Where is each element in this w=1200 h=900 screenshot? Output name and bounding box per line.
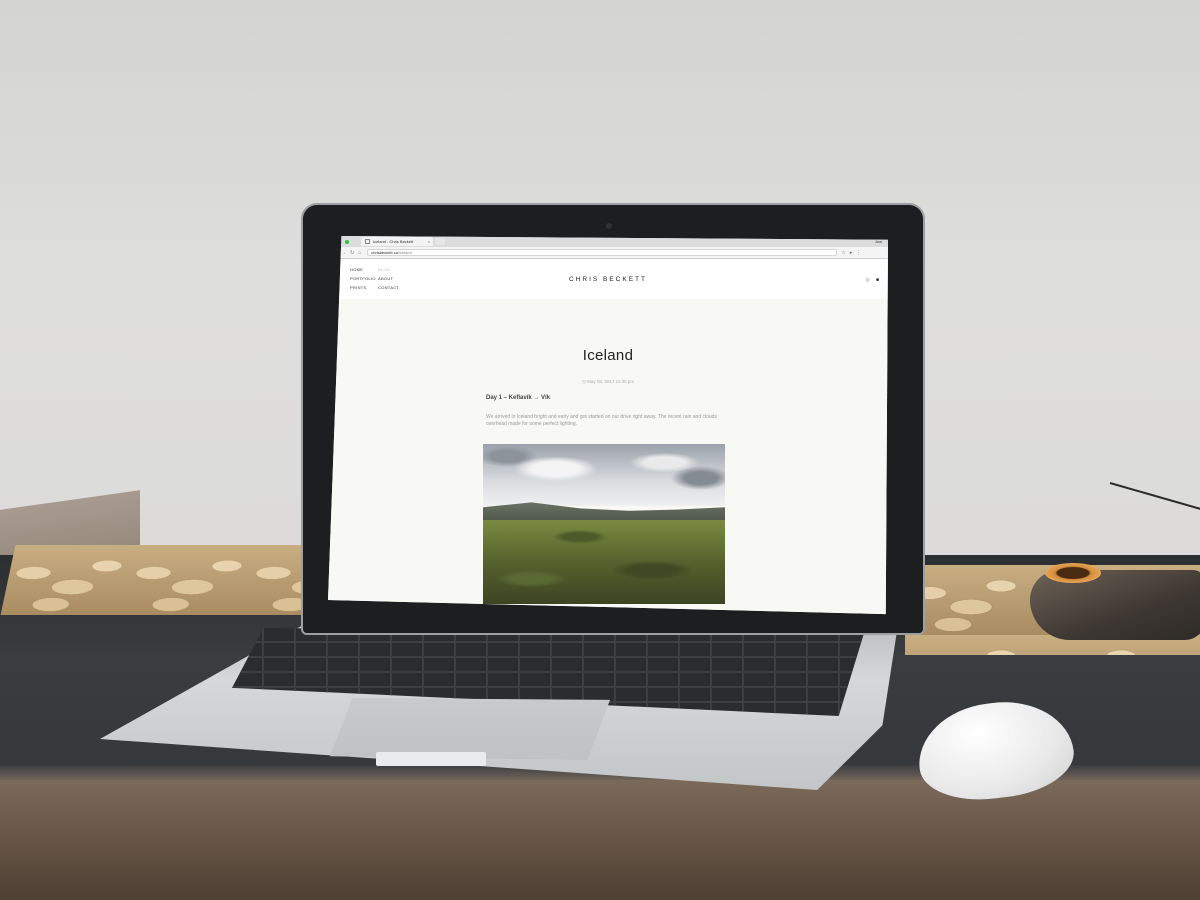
home-icon[interactable]: ⌂ bbox=[358, 250, 361, 256]
extension-icon[interactable]: ▸ bbox=[850, 250, 853, 256]
reload-icon[interactable]: ↻ bbox=[350, 250, 354, 256]
laptop-lid-notch bbox=[376, 752, 486, 766]
incense-bowl bbox=[1045, 563, 1101, 583]
nav-prints[interactable]: PRINTS bbox=[350, 285, 376, 290]
photo-sky bbox=[483, 444, 725, 506]
instagram-icon[interactable]: ◎ bbox=[865, 278, 870, 283]
bookmark-star-icon[interactable]: ☆ bbox=[841, 250, 845, 256]
laptop-screen: Iceland - Chris Beckett × Jow ← → ↻ ⌂ ch… bbox=[328, 236, 888, 615]
address-bar[interactable]: chrisbeckett.co /iceland bbox=[367, 249, 838, 256]
page-icon bbox=[365, 239, 370, 244]
url-path: /iceland bbox=[397, 250, 412, 255]
url-host: chrisbeckett.co bbox=[371, 250, 398, 255]
post-body: We arrived in Iceland bright and early a… bbox=[486, 414, 717, 427]
wood-slice-mat-left bbox=[0, 545, 326, 615]
photo-scene: Iceland - Chris Beckett × Jow ← → ↻ ⌂ ch… bbox=[0, 0, 1200, 900]
close-tab-icon[interactable]: × bbox=[428, 239, 430, 244]
webcam bbox=[606, 223, 612, 229]
browser-tab[interactable]: Iceland - Chris Beckett × bbox=[361, 237, 433, 246]
laptop-trackpad bbox=[330, 698, 610, 760]
post-date: ◷ May 05, 2017 11:30 pm bbox=[328, 379, 888, 385]
nav-home[interactable]: HOME bbox=[350, 267, 376, 272]
photo-field bbox=[483, 520, 725, 604]
browser-toolbar: ← → ↻ ⌂ chrisbeckett.co /iceland ☆ ▸ ⋮ bbox=[328, 247, 888, 259]
maximize-window-button[interactable] bbox=[345, 239, 349, 244]
nav-contact[interactable]: CONTACT bbox=[378, 285, 399, 290]
post-photo[interactable] bbox=[483, 444, 725, 604]
menu-icon[interactable]: ⋮ bbox=[856, 250, 861, 256]
new-tab-button[interactable] bbox=[435, 238, 445, 245]
nav-blog[interactable]: BLOG bbox=[378, 267, 399, 272]
post-date-text: May 05, 2017 11:30 pm bbox=[587, 379, 635, 384]
forward-icon[interactable]: → bbox=[341, 250, 346, 256]
clock-icon: ◷ bbox=[581, 379, 586, 384]
blog-post: Iceland ◷ May 05, 2017 11:30 pm Day 1 – … bbox=[328, 299, 888, 615]
facebook-icon[interactable]: ■ bbox=[875, 278, 880, 283]
tab-title: Iceland - Chris Beckett bbox=[373, 239, 414, 244]
site-header: HOME PORTFOLIO PRINTS BLOG ABOUT CONTACT… bbox=[328, 259, 888, 299]
post-subheading: Day 1 – Keflavík → Vík bbox=[486, 395, 551, 401]
site-title[interactable]: CHRIS BECKETT bbox=[328, 276, 888, 283]
desk-edge bbox=[0, 780, 1200, 900]
post-title: Iceland bbox=[582, 347, 634, 364]
